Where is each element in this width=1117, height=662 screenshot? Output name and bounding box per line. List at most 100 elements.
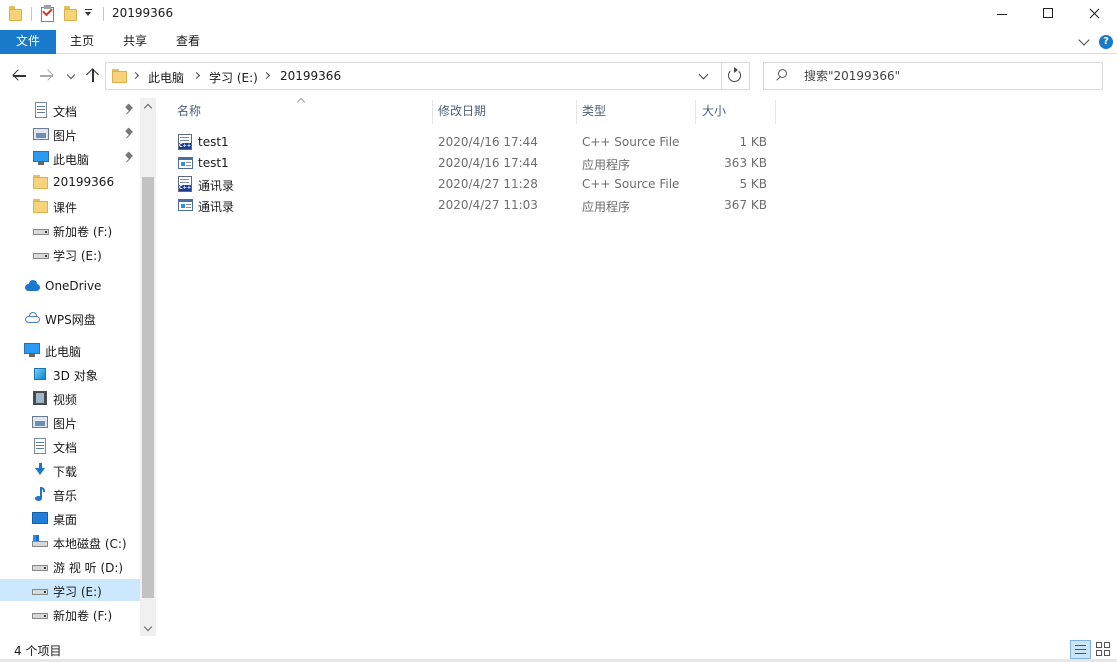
nav-item-onedrive[interactable]: OneDrive: [0, 275, 140, 297]
nav-item-documents[interactable]: 文档: [0, 99, 140, 121]
nav-item-pictures-pc[interactable]: 图片: [0, 411, 140, 433]
column-divider[interactable]: [432, 100, 433, 124]
column-header-name[interactable]: 名称: [177, 98, 201, 124]
chevron-right-icon[interactable]: [192, 71, 201, 80]
nav-item-label: 课件: [53, 201, 78, 215]
nav-item-drive-c[interactable]: 本地磁盘 (C:): [0, 531, 140, 553]
nav-item-music[interactable]: 音乐: [0, 483, 140, 505]
file-row[interactable]: C++ 通讯录 2020/4/27 11:28 C++ Source File …: [173, 174, 773, 195]
search-box[interactable]: [763, 62, 1103, 90]
nav-item-desktop[interactable]: 桌面: [0, 507, 140, 529]
up-button[interactable]: [85, 66, 101, 84]
file-row[interactable]: 通讯录 2020/4/27 11:03 应用程序 367 KB: [173, 195, 773, 216]
customize-quick-access-icon[interactable]: [84, 9, 93, 18]
column-header-size[interactable]: 大小: [702, 98, 726, 124]
cpp-file-icon: C++: [178, 176, 192, 192]
breadcrumb-drive-e[interactable]: 学习 (E:): [209, 69, 258, 86]
file-row[interactable]: test1 2020/4/16 17:44 应用程序 363 KB: [173, 153, 773, 174]
nav-item-label: 此电脑: [45, 345, 82, 359]
chevron-down-icon[interactable]: [698, 69, 709, 80]
nav-item-drive-f-quick[interactable]: 新加卷 (F:): [0, 219, 140, 241]
pin-icon[interactable]: [125, 127, 133, 139]
nav-item-drive-e[interactable]: 学习 (E:): [0, 579, 140, 601]
folder-icon: [112, 68, 128, 84]
nav-item-3d-objects[interactable]: 3D 对象: [0, 363, 140, 385]
search-input[interactable]: [804, 67, 1094, 85]
tab-view[interactable]: 查看: [176, 30, 200, 54]
file-date: 2020/4/27 11:28: [438, 177, 538, 191]
nav-item-drive-d[interactable]: 游 视 听 (D:): [0, 555, 140, 577]
forward-button[interactable]: [38, 68, 56, 84]
title-separator: [103, 7, 104, 21]
nav-item-this-pc-root[interactable]: 此电脑: [0, 339, 140, 361]
documents-icon: [32, 438, 48, 454]
pin-icon[interactable]: [125, 103, 133, 115]
tab-home[interactable]: 主页: [70, 30, 94, 54]
file-size: 5 KB: [739, 177, 767, 191]
onedrive-icon: [24, 278, 40, 294]
nav-item-drive-e-quick[interactable]: 学习 (E:): [0, 243, 140, 265]
nav-item-label: 学习 (E:): [53, 585, 102, 599]
drive-icon: [32, 606, 48, 622]
nav-item-label: 新加卷 (F:): [53, 609, 113, 623]
expand-ribbon-icon[interactable]: [1078, 34, 1090, 46]
recent-locations-icon[interactable]: [66, 70, 76, 80]
column-divider[interactable]: [576, 100, 577, 124]
minimize-button[interactable]: [979, 0, 1025, 30]
column-header-type[interactable]: 类型: [582, 98, 606, 124]
file-row[interactable]: C++ test1 2020/4/16 17:44 C++ Source Fil…: [173, 132, 773, 153]
close-button[interactable]: [1071, 0, 1117, 30]
this-pc-icon: [24, 342, 40, 358]
tab-share[interactable]: 共享: [123, 30, 147, 54]
address-bar[interactable]: 此电脑 学习 (E:) 20199366: [105, 62, 750, 90]
chevron-right-icon[interactable]: [262, 71, 271, 80]
properties-icon[interactable]: [40, 5, 55, 22]
nav-item-wps[interactable]: WPS网盘: [0, 307, 140, 329]
file-name: test1: [198, 156, 229, 170]
file-size: 367 KB: [724, 198, 767, 212]
folder-icon: [33, 174, 49, 190]
nav-item-folder-20199366[interactable]: 20199366: [0, 171, 140, 193]
nav-item-downloads[interactable]: 下载: [0, 459, 140, 481]
column-header-date[interactable]: 修改日期: [438, 98, 486, 124]
back-button[interactable]: [11, 68, 29, 84]
file-size: 1 KB: [739, 135, 767, 149]
pictures-icon: [32, 414, 48, 430]
nav-scrollbar-thumb[interactable]: [142, 177, 154, 598]
nav-item-courseware[interactable]: 课件: [0, 195, 140, 217]
exe-file-icon: [178, 155, 193, 171]
nav-item-documents-pc[interactable]: 文档: [0, 435, 140, 457]
breadcrumb-this-pc[interactable]: 此电脑: [148, 69, 184, 86]
forward-arrow-icon: [42, 69, 54, 81]
nav-item-pictures[interactable]: 图片: [0, 123, 140, 145]
documents-icon: [33, 102, 49, 118]
file-type: C++ Source File: [582, 135, 680, 149]
nav-item-videos[interactable]: 视频: [0, 387, 140, 409]
help-icon[interactable]: ?: [1099, 35, 1113, 49]
maximize-button[interactable]: [1025, 0, 1071, 30]
breadcrumb-current-folder[interactable]: 20199366: [280, 69, 341, 83]
refresh-icon[interactable]: [728, 67, 741, 82]
title-bar: 20199366: [0, 0, 1117, 30]
file-type: 应用程序: [582, 200, 631, 214]
nav-item-label: 20199366: [53, 175, 115, 189]
minimize-icon: [997, 14, 1007, 15]
column-divider[interactable]: [775, 100, 776, 124]
large-icons-view-icon[interactable]: [1095, 641, 1112, 658]
folder-icon: [9, 6, 22, 21]
tab-file[interactable]: 文件: [0, 30, 56, 54]
chevron-right-icon[interactable]: [131, 71, 140, 80]
file-date: 2020/4/16 17:44: [438, 135, 538, 149]
column-divider[interactable]: [695, 100, 696, 124]
file-name: test1: [198, 135, 229, 149]
new-folder-icon[interactable]: [64, 6, 77, 21]
nav-item-label: OneDrive: [45, 279, 102, 293]
nav-item-label: 学习 (E:): [53, 249, 102, 263]
windows-drive-icon: [32, 534, 48, 550]
file-size: 363 KB: [724, 156, 767, 170]
drive-icon: [32, 582, 48, 598]
pin-icon[interactable]: [125, 151, 133, 163]
nav-item-drive-f[interactable]: 新加卷 (F:): [0, 603, 140, 625]
details-view-icon[interactable]: [1070, 640, 1091, 659]
nav-item-this-pc[interactable]: 此电脑: [0, 147, 140, 169]
